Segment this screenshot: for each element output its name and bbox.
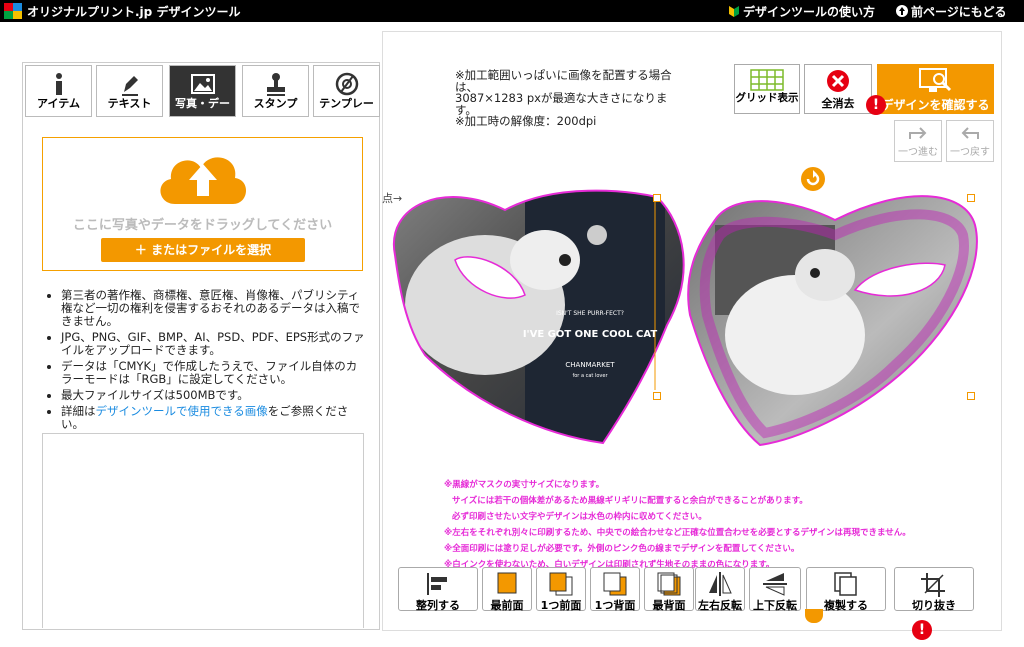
resize-handle[interactable] bbox=[967, 392, 975, 400]
flip-horizontal-button[interactable]: 左右反転 bbox=[695, 567, 745, 612]
alert-icon: ! bbox=[866, 95, 886, 115]
alert-icon: ! bbox=[912, 620, 932, 640]
help-link[interactable]: デザインツールの使い方 bbox=[728, 3, 875, 20]
info-icon bbox=[55, 73, 62, 95]
uploaded-gallery bbox=[42, 433, 364, 628]
flip-h-icon bbox=[709, 572, 732, 596]
monitor-search-icon bbox=[918, 68, 951, 92]
image-icon bbox=[190, 74, 215, 94]
resize-handle[interactable] bbox=[967, 194, 975, 202]
brand-title: オリジナルプリント.jp デザインツール bbox=[27, 5, 241, 19]
grid-toggle-button[interactable]: グリッド表示 bbox=[734, 64, 800, 114]
rotate-handle[interactable] bbox=[801, 167, 825, 191]
resize-handle[interactable] bbox=[653, 194, 661, 202]
align-button[interactable]: 整列する bbox=[398, 567, 478, 612]
note-item: データは「CMYK」で作成したうえで、ファイル自体のカラーモードは「RGB」に設… bbox=[61, 360, 365, 386]
duplicate-icon bbox=[834, 572, 857, 596]
stamp-icon bbox=[266, 73, 285, 96]
send-backward-button[interactable]: 1つ背面 bbox=[590, 567, 640, 612]
rotate-icon bbox=[806, 170, 820, 186]
clear-all-button[interactable]: 全消去 bbox=[804, 64, 872, 114]
resize-handle[interactable] bbox=[653, 392, 661, 400]
design-text-2: I'VE GOT ONE COOL CAT bbox=[523, 329, 658, 340]
note-item: 詳細はデザインツールで使用できる画像をご参照ください。 bbox=[61, 405, 365, 431]
left-mask-photo bbox=[393, 190, 684, 444]
mask-canvas[interactable]: ISN'T SHE PURR-FECT? I'VE GOT ONE COOL C… bbox=[385, 165, 995, 455]
send-backward-icon bbox=[603, 572, 627, 596]
note-item: JPG、PNG、GIF、BMP、AI、PSD、PDF、EPS形式のファイルをアッ… bbox=[61, 331, 365, 357]
upload-notes: 第三者の著作権、商標権、意匠権、肖像権、パブリシティ権など一切の権利を侵害するお… bbox=[45, 289, 365, 434]
beginner-icon bbox=[729, 6, 739, 17]
grid-icon bbox=[750, 69, 784, 91]
redo-icon bbox=[909, 127, 927, 139]
logo-icon bbox=[4, 3, 22, 19]
undo-icon bbox=[961, 127, 979, 139]
top-bar: オリジナルプリント.jp デザインツール デザインツールの使い方 前ページにもど… bbox=[0, 0, 1024, 22]
crop-button[interactable]: 切り抜き bbox=[894, 567, 974, 612]
tab-item[interactable]: アイテム bbox=[25, 65, 92, 117]
left-panel: アイテム テキスト 写真・デー スタンプ テンプレー ここに写真やデータをドラッ… bbox=[22, 62, 380, 630]
note-item: 最大ファイルサイズは500MBです。 bbox=[61, 389, 365, 402]
design-text-3: CHANMARKET bbox=[565, 361, 615, 369]
tab-text[interactable]: テキスト bbox=[96, 65, 163, 117]
send-back-button[interactable]: 最背面 bbox=[644, 567, 694, 612]
pen-icon bbox=[121, 76, 138, 96]
bring-front-button[interactable]: 最前面 bbox=[482, 567, 532, 612]
undo-button[interactable]: 一つ戻す bbox=[946, 120, 994, 162]
flip-v-icon bbox=[763, 573, 787, 596]
design-text-4: for a cat lover bbox=[572, 373, 608, 379]
drop-hint: ここに写真やデータをドラッグしてください bbox=[72, 218, 333, 233]
back-icon bbox=[896, 5, 908, 17]
back-link[interactable]: 前ページにもどる bbox=[896, 3, 1007, 20]
close-icon bbox=[827, 70, 849, 92]
tab-stamp[interactable]: スタンプ bbox=[242, 65, 309, 117]
confirm-design-button[interactable]: デザインを確認する bbox=[877, 64, 994, 114]
cloud-upload-icon bbox=[160, 157, 247, 204]
select-file-button[interactable]: ＋ またはファイルを選択 bbox=[101, 238, 305, 262]
note-item: 第三者の著作権、商標権、意匠権、肖像権、パブリシティ権など一切の権利を侵害するお… bbox=[61, 289, 365, 328]
bring-forward-icon bbox=[549, 572, 573, 596]
duplicate-button[interactable]: 複製する bbox=[806, 567, 886, 612]
tab-photo[interactable]: 写真・デー bbox=[169, 65, 236, 117]
image-guide-link[interactable]: デザインツールで使用できる画像 bbox=[96, 404, 268, 418]
upload-dropzone[interactable]: ここに写真やデータをドラッグしてください ＋ またはファイルを選択 bbox=[42, 137, 363, 271]
design-text-1: ISN'T SHE PURR-FECT? bbox=[556, 310, 624, 317]
mask-warnings: ※黒線がマスクの実寸サイズになります。 サイズには若干の個体差があるため黒線ギリ… bbox=[444, 480, 911, 570]
redo-button[interactable]: 一つ進む bbox=[894, 120, 942, 162]
flip-vertical-button[interactable]: 上下反転 bbox=[749, 567, 801, 612]
tab-template[interactable]: テンプレー bbox=[313, 65, 380, 117]
send-back-icon bbox=[657, 572, 681, 596]
print-info: ※加工範囲いっぱいに画像を配置する場合は、 3087×1283 pxが最適な大き… bbox=[455, 68, 672, 128]
trash-icon[interactable] bbox=[805, 609, 823, 623]
bring-front-icon bbox=[497, 572, 517, 594]
align-icon bbox=[427, 573, 447, 595]
template-icon bbox=[335, 72, 358, 96]
bring-forward-button[interactable]: 1つ前面 bbox=[536, 567, 586, 612]
crop-icon bbox=[921, 573, 945, 597]
